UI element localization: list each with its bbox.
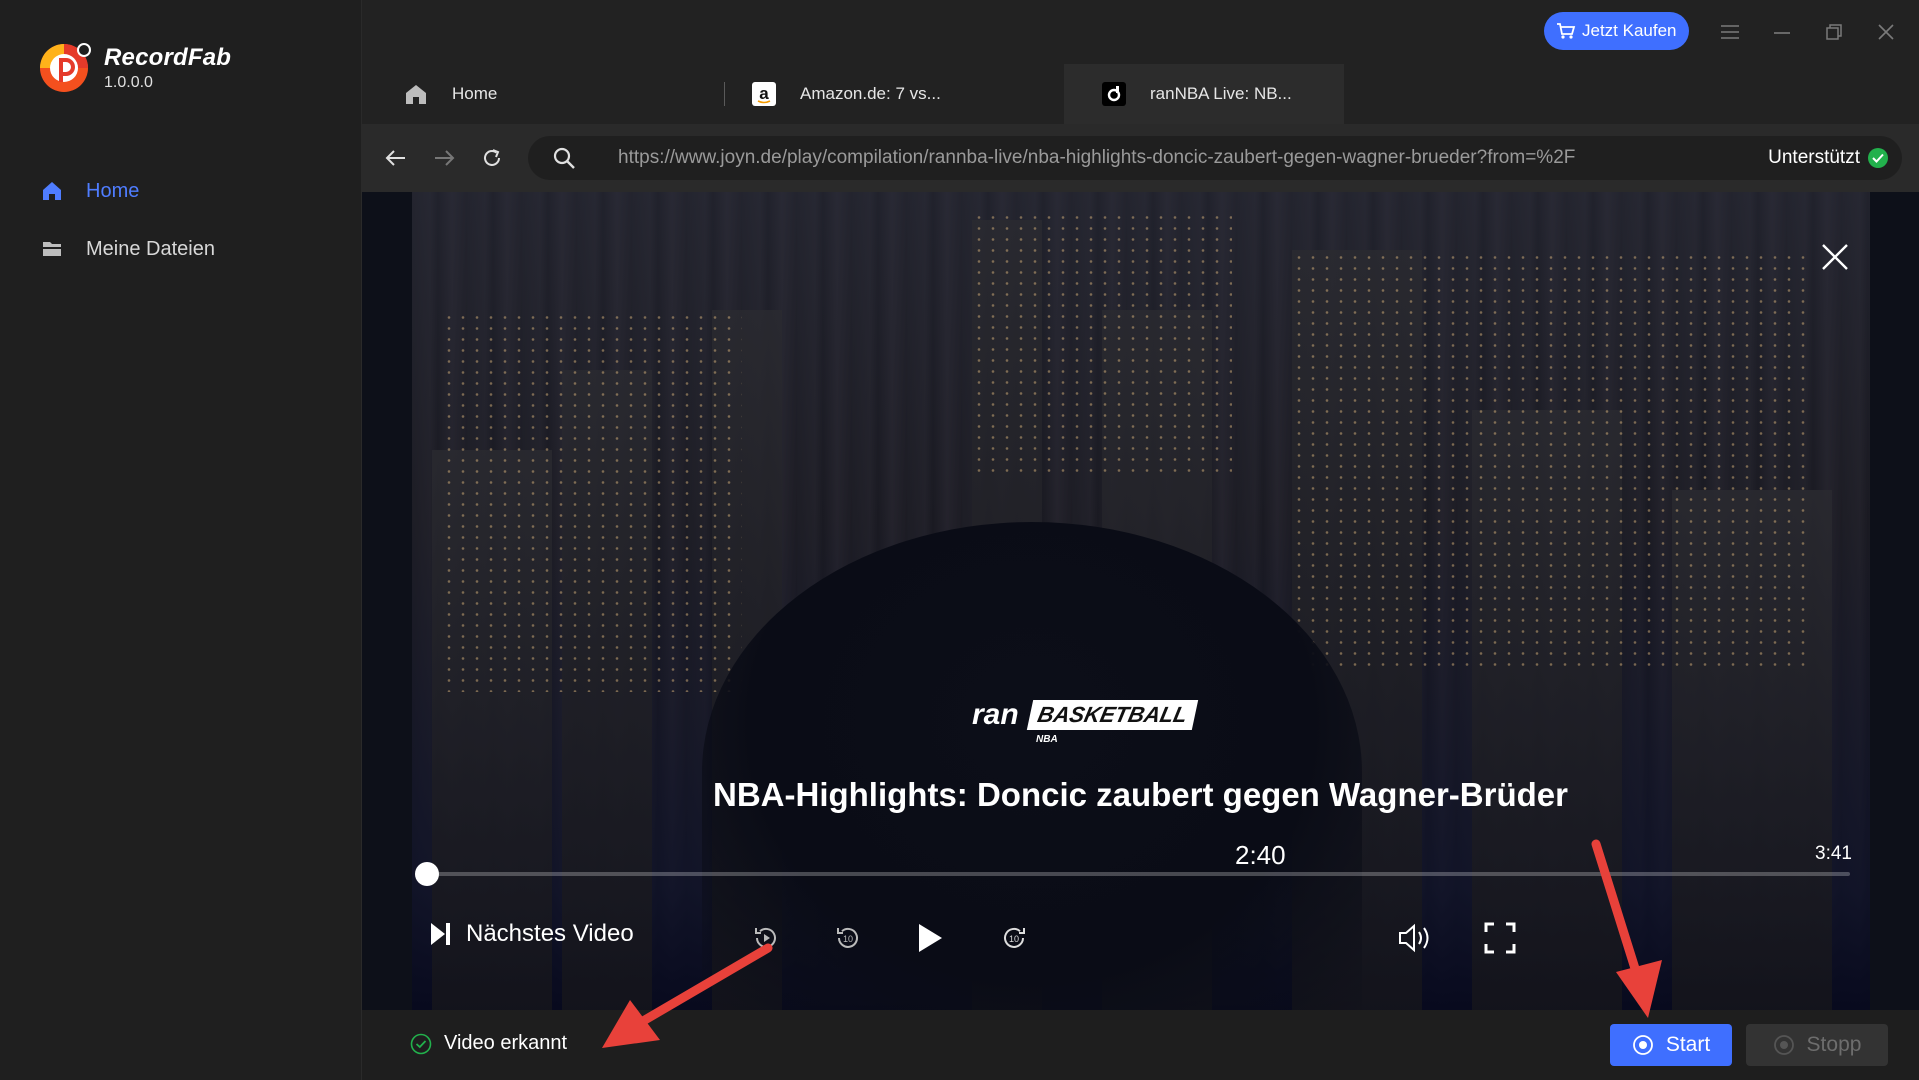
back-icon[interactable] [382, 144, 410, 172]
home-icon [40, 179, 64, 203]
progress-handle[interactable] [415, 862, 440, 886]
app-brand: RecordFab 1.0.0.0 [36, 40, 231, 96]
tab-divider [724, 82, 725, 106]
url-text[interactable]: https://www.joyn.de/play/compilation/ran… [618, 147, 1708, 169]
fullscreen-icon[interactable] [1480, 918, 1520, 958]
volume-icon[interactable] [1396, 918, 1436, 958]
support-status: Unterstützt [1768, 136, 1888, 180]
reload-icon[interactable] [478, 144, 506, 172]
check-circle-icon [1868, 148, 1888, 168]
video-detected-label: Video erkannt [444, 1032, 568, 1054]
sidebar-item-home[interactable]: Home [0, 162, 362, 220]
cart-icon [1557, 23, 1576, 39]
current-time: 2:40 [1235, 840, 1286, 870]
logo-ran-text: ran [972, 698, 1019, 731]
main-area: Jetzt Kaufen Home a Amazon.de: 7 vs... r… [362, 0, 1919, 1080]
ran-basketball-logo: ran BASKETBALL NBA [972, 698, 1212, 745]
rewind-10-icon[interactable]: 10 [828, 918, 868, 958]
status-bar: Video erkannt Start Stopp [362, 1010, 1919, 1080]
address-bar: https://www.joyn.de/play/compilation/ran… [362, 124, 1919, 192]
video-player[interactable]: ran BASKETBALL NBA NBA-Highlights: Donci… [362, 192, 1919, 1010]
joyn-icon [1100, 80, 1128, 108]
url-field[interactable]: https://www.joyn.de/play/compilation/ran… [528, 136, 1902, 180]
forward-10-icon[interactable]: 10 [994, 918, 1034, 958]
title-bar: Jetzt Kaufen [362, 0, 1919, 64]
folder-icon [40, 237, 64, 261]
svg-text:10: 10 [1009, 934, 1019, 944]
close-player-icon[interactable] [1820, 242, 1850, 272]
menu-icon[interactable] [1718, 20, 1742, 44]
record-icon [1773, 1035, 1794, 1055]
app-name: RecordFab [104, 44, 232, 71]
stop-label: Stopp [1806, 1033, 1862, 1056]
sidebar: RecordFab 1.0.0.0 Home Meine Dateien [0, 0, 362, 1080]
restore-icon[interactable] [1822, 20, 1846, 44]
tab-amazon[interactable]: a Amazon.de: 7 vs... [750, 64, 1020, 124]
stop-button[interactable]: Stopp [1746, 1024, 1888, 1066]
tab-home[interactable]: Home [402, 64, 702, 124]
play-icon[interactable] [910, 918, 950, 958]
next-video-button[interactable]: Nächstes Video [430, 920, 634, 948]
forward-icon[interactable] [430, 144, 458, 172]
sidebar-item-label: Home [86, 179, 140, 202]
buy-label: Jetzt Kaufen [1582, 21, 1677, 40]
amazon-icon: a [750, 80, 778, 108]
video-title: NBA-Highlights: Doncic zaubert gegen Wag… [713, 776, 1568, 813]
recordfab-logo-icon [40, 43, 91, 92]
video-frame [412, 192, 1870, 1010]
video-detected-status: Video erkannt [410, 1032, 567, 1055]
browser-tabs: Home a Amazon.de: 7 vs... ranNBA Live: N… [362, 64, 1919, 124]
support-status-label: Unterstützt [1768, 147, 1860, 168]
check-circle-icon [410, 1033, 432, 1054]
progress-bar[interactable] [415, 862, 1850, 886]
logo-nba-text: NBA [1036, 734, 1058, 745]
close-icon[interactable] [1874, 20, 1898, 44]
search-icon [550, 144, 578, 172]
buy-button[interactable]: Jetzt Kaufen [1544, 12, 1689, 50]
next-video-label: Nächstes Video [466, 920, 634, 947]
sidebar-item-meine-dateien[interactable]: Meine Dateien [0, 220, 362, 278]
svg-text:a: a [759, 84, 769, 103]
logo-basketball-text: BASKETBALL [1026, 700, 1199, 730]
restart-icon[interactable] [746, 918, 786, 958]
home-icon [402, 80, 430, 108]
sidebar-nav: Home Meine Dateien [0, 162, 362, 278]
minimize-icon[interactable] [1770, 20, 1794, 44]
svg-text:10: 10 [843, 934, 853, 944]
duration: 3:41 [1815, 843, 1852, 864]
tab-label: Home [452, 84, 498, 103]
start-label: Start [1665, 1033, 1711, 1056]
tab-label: Amazon.de: 7 vs... [800, 84, 941, 103]
record-icon [1632, 1035, 1653, 1055]
sidebar-item-label: Meine Dateien [86, 237, 215, 260]
tab-joyn[interactable]: ranNBA Live: NB... [1064, 64, 1344, 124]
tab-label: ranNBA Live: NB... [1150, 84, 1292, 103]
app-version: 1.0.0.0 [104, 74, 153, 91]
start-button[interactable]: Start [1610, 1024, 1732, 1066]
skip-next-icon [431, 923, 450, 945]
